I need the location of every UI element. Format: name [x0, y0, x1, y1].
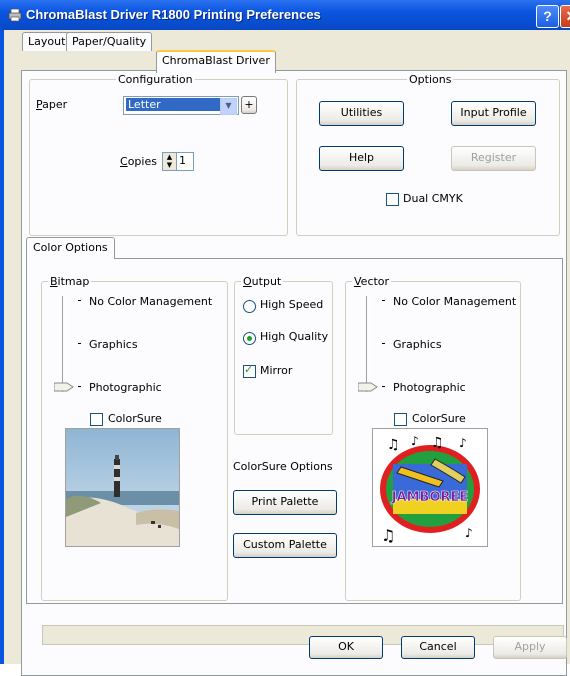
jamboree-logo-image: JAMBOREE ♫ ♪ ♫ ♪ ♫ ♪ [380, 434, 480, 545]
vector-group-label: Vector [352, 275, 392, 288]
help-title-button[interactable]: ? [536, 5, 559, 28]
vector-colorsure-label: ColorSure [412, 412, 466, 425]
paper-select[interactable]: Letter ▼ [123, 96, 239, 115]
copies-input[interactable]: 1 [176, 152, 194, 171]
vector-level-graphics[interactable]: Graphics [393, 338, 442, 351]
bitmap-slider-track[interactable] [62, 296, 66, 392]
question-icon: ? [543, 8, 552, 24]
ok-button-label: OK [338, 640, 354, 653]
bitmap-colorsure-label: ColorSure [108, 412, 162, 425]
tab-label: ChromaBlast Driver [162, 54, 270, 67]
custom-palette-button[interactable]: Custom Palette [233, 533, 337, 558]
vector-colorsure-checkbox[interactable] [394, 413, 407, 426]
spin-down-icon[interactable]: ▼ [163, 161, 176, 169]
high-speed-label: High Speed [260, 298, 324, 311]
dialog-client: Layout Paper/Quality ChromaBlast Driver … [4, 30, 570, 676]
window-title: ChromaBlast Driver R1800 Printing Prefer… [26, 7, 321, 22]
print-palette-button-label: Print Palette [251, 495, 319, 508]
register-button-label: Register [470, 151, 517, 164]
svg-text:♪: ♪ [465, 526, 473, 540]
tab-label: Color Options [33, 241, 108, 254]
vector-level-photographic[interactable]: Photographic [393, 381, 466, 394]
bitmap-level-no-color-management[interactable]: No Color Management [89, 295, 212, 308]
bitmap-colorsure-checkbox[interactable] [90, 413, 103, 426]
colorsure-options-label: ColorSure Options [233, 460, 333, 473]
custom-palette-button-label: Custom Palette [243, 538, 327, 551]
svg-text:♪: ♪ [459, 436, 467, 450]
slider-tick [382, 386, 385, 387]
slider-tick [382, 300, 385, 301]
register-button[interactable]: Register [451, 146, 536, 171]
color-options-pane: Bitmap No Color Management Graphics Phot… [26, 258, 563, 604]
paper-label: Paper [36, 98, 68, 111]
configuration-group: Configuration Paper Letter ▼ + Copies ▲ … [29, 73, 288, 236]
bitmap-level-graphics[interactable]: Graphics [89, 338, 138, 351]
tab-label: Paper/Quality [72, 35, 147, 48]
cancel-button-label: Cancel [419, 640, 457, 653]
dialog-window: ChromaBlast Driver R1800 Printing Prefer… [0, 0, 570, 676]
output-group-label: Output [241, 275, 284, 288]
cancel-button[interactable]: Cancel [401, 636, 475, 659]
tab-paper-quality[interactable]: Paper/Quality [66, 32, 153, 51]
options-group-label: Options [407, 73, 454, 86]
dual-cmyk-label: Dual CMYK [403, 192, 463, 205]
vector-group: Vector No Color Management Graphics Phot… [345, 275, 521, 601]
lighthouse-image [66, 429, 179, 546]
close-button[interactable]: ✕ [560, 5, 570, 28]
options-group: Options Utilities Input Profile Help Reg… [296, 73, 560, 236]
slider-tick [78, 343, 81, 344]
paper-select-value: Letter [126, 98, 220, 111]
add-paper-button[interactable]: + [241, 96, 257, 114]
chevron-down-icon[interactable]: ▼ [220, 98, 237, 115]
ok-button[interactable]: OK [309, 636, 383, 659]
mirror-checkbox[interactable] [243, 363, 256, 378]
title-bar[interactable]: ChromaBlast Driver R1800 Printing Prefer… [0, 0, 570, 30]
high-quality-radio[interactable] [243, 332, 256, 345]
bitmap-group-label: Bitmap [48, 275, 92, 288]
print-palette-button[interactable]: Print Palette [233, 490, 337, 515]
bitmap-group: Bitmap No Color Management Graphics Phot… [41, 275, 228, 601]
utilities-button-label: Utilities [340, 106, 383, 119]
vector-slider-track[interactable] [366, 296, 370, 392]
close-icon: ✕ [566, 8, 570, 24]
utilities-button[interactable]: Utilities [319, 101, 404, 126]
apply-button[interactable]: Apply [493, 636, 567, 659]
copies-spinner[interactable]: ▲ ▼ [162, 152, 177, 171]
vector-slider-thumb[interactable] [358, 382, 378, 392]
bitmap-slider-thumb[interactable] [54, 382, 74, 392]
configuration-group-label: Configuration [116, 73, 195, 86]
copies-label: Copies [120, 155, 157, 168]
tab-layout[interactable]: Layout [22, 32, 72, 51]
vector-level-no-color-management[interactable]: No Color Management [393, 295, 516, 308]
tab-label: Layout [28, 35, 66, 48]
high-speed-radio[interactable] [243, 300, 256, 313]
vector-preview-image: JAMBOREE ♫ ♪ ♫ ♪ ♫ ♪ [372, 428, 488, 547]
svg-text:♫: ♫ [431, 435, 444, 451]
paper-label-rest: aper [42, 98, 68, 111]
tab-pane: Configuration Paper Letter ▼ + Copies ▲ … [21, 70, 567, 676]
svg-text:♫: ♫ [387, 437, 400, 453]
input-profile-button-label: Input Profile [460, 106, 527, 119]
svg-text:♫: ♫ [381, 526, 395, 545]
svg-text:JAMBOREE: JAMBOREE [391, 490, 469, 505]
tab-chromablast-driver[interactable]: ChromaBlast Driver [156, 50, 276, 73]
output-group: Output High Speed High Quality Mirror [234, 275, 333, 435]
svg-text:♪: ♪ [411, 434, 419, 448]
help-button[interactable]: Help [319, 146, 404, 171]
mirror-label: Mirror [260, 364, 293, 377]
help-button-label: Help [348, 151, 375, 164]
apply-button-label: Apply [514, 640, 546, 653]
slider-tick [78, 300, 81, 301]
bitmap-preview-image [65, 428, 180, 547]
tab-color-options[interactable]: Color Options [26, 237, 115, 259]
spin-up-icon[interactable]: ▲ [163, 153, 176, 161]
printer-icon [8, 8, 22, 22]
slider-tick [78, 386, 81, 387]
slider-tick [382, 343, 385, 344]
high-quality-label: High Quality [260, 330, 329, 343]
status-bar [42, 625, 564, 645]
bitmap-level-photographic[interactable]: Photographic [89, 381, 162, 394]
dual-cmyk-checkbox[interactable] [386, 193, 399, 206]
input-profile-button[interactable]: Input Profile [451, 101, 536, 126]
